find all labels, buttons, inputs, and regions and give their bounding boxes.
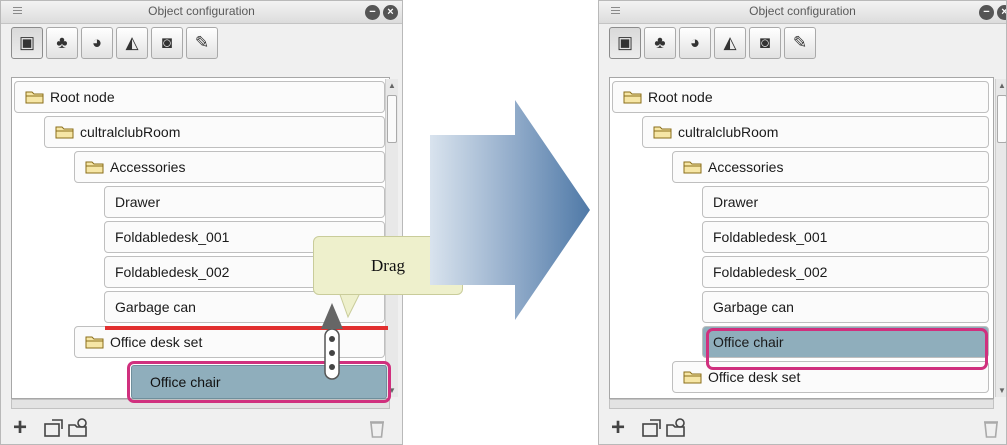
bottom-toolbar: + [1, 411, 402, 444]
terrain-icon[interactable]: ◭ [116, 27, 148, 59]
horizontal-scrollbar[interactable] [609, 399, 994, 409]
folder-settings-icon[interactable] [67, 417, 89, 439]
vertical-scrollbar[interactable]: ▲ ▼ [995, 79, 1006, 397]
node-label: Root node [50, 89, 115, 105]
folder-icon [683, 161, 702, 174]
camera-icon[interactable]: ◙ [151, 27, 183, 59]
node-label: cultralclubRoom [80, 124, 181, 140]
selected-highlight [706, 328, 988, 370]
close-icon[interactable]: × [383, 5, 398, 20]
tree-icon[interactable]: ♣ [46, 27, 78, 59]
tree-object-node[interactable]: Foldabledesk_001 [702, 221, 989, 253]
tree-object-node[interactable]: Garbage can [702, 291, 989, 323]
camera-icon[interactable]: ◙ [749, 27, 781, 59]
title-bar[interactable]: Object configuration − × [599, 1, 1006, 24]
node-label: Garbage can [115, 299, 196, 315]
folder-icon [85, 336, 104, 349]
folder-icon [623, 91, 642, 104]
tree-folder-node[interactable]: Accessories [74, 151, 385, 183]
tree-object-node[interactable]: Drawer [702, 186, 989, 218]
scroll-thumb[interactable] [997, 95, 1006, 143]
tree-folder-node[interactable]: cultralclubRoom [642, 116, 989, 148]
object-config-panel-after: Object configuration − × ▣ ♣ ◕ ◭ ◙ ✎ Roo… [598, 0, 1007, 445]
node-label: Accessories [708, 159, 784, 175]
folder-icon [55, 126, 74, 139]
title-bar[interactable]: Object configuration − × [1, 1, 402, 24]
minimize-icon[interactable]: − [365, 5, 380, 20]
sphere-icon[interactable]: ◕ [679, 27, 711, 59]
node-label: Foldabledesk_001 [713, 229, 828, 245]
node-label: cultralclubRoom [678, 124, 779, 140]
pen-icon[interactable]: ✎ [186, 27, 218, 59]
trash-icon[interactable] [980, 417, 1002, 439]
pen-icon[interactable]: ✎ [784, 27, 816, 59]
panel-title: Object configuration [148, 4, 255, 18]
trash-icon[interactable] [366, 417, 388, 439]
add-icon[interactable]: + [13, 416, 35, 440]
node-label: Foldabledesk_002 [713, 264, 828, 280]
bottom-toolbar: + [599, 411, 1006, 444]
tree-folder-node[interactable]: Accessories [672, 151, 989, 183]
node-label: Foldabledesk_002 [115, 264, 230, 280]
transition-arrow-icon [430, 100, 590, 320]
panel-title: Object configuration [749, 4, 856, 18]
folder-icon [683, 371, 702, 384]
drag-highlight [127, 361, 391, 403]
tree-icon[interactable]: ♣ [644, 27, 676, 59]
toolbar: ▣ ♣ ◕ ◭ ◙ ✎ [11, 27, 218, 63]
object-config-panel-before: Object configuration − × ▣ ♣ ◕ ◭ ◙ ✎ Roo… [0, 0, 403, 445]
node-label: Root node [648, 89, 713, 105]
folder-settings-icon[interactable] [665, 417, 687, 439]
node-label: Garbage can [713, 299, 794, 315]
tree-folder-node[interactable]: cultralclubRoom [44, 116, 385, 148]
folder-icon [85, 161, 104, 174]
folder-icon [653, 126, 672, 139]
node-label: Office desk set [708, 369, 801, 385]
tree-object-node[interactable]: Drawer [104, 186, 385, 218]
tree-object-node[interactable]: Foldabledesk_002 [702, 256, 989, 288]
close-icon[interactable]: × [997, 5, 1006, 20]
toolbar: ▣ ♣ ◕ ◭ ◙ ✎ [609, 27, 816, 63]
node-label: Foldabledesk_001 [115, 229, 230, 245]
node-label: Drawer [713, 194, 759, 210]
node-label: Accessories [110, 159, 186, 175]
tree-folder-node[interactable]: Root node [612, 81, 989, 113]
scroll-thumb[interactable] [387, 95, 397, 143]
sphere-icon[interactable]: ◕ [81, 27, 113, 59]
layer-view-icon[interactable]: ▣ [11, 27, 43, 59]
add-icon[interactable]: + [611, 416, 633, 440]
minimize-icon[interactable]: − [979, 5, 994, 20]
new-folder-icon[interactable] [641, 417, 663, 439]
terrain-icon[interactable]: ◭ [714, 27, 746, 59]
tree-folder-node[interactable]: Root node [14, 81, 385, 113]
node-label: Drawer [115, 194, 161, 210]
layer-view-icon[interactable]: ▣ [609, 27, 641, 59]
new-folder-icon[interactable] [43, 417, 65, 439]
node-label: Office desk set [110, 334, 203, 350]
folder-icon [25, 91, 44, 104]
